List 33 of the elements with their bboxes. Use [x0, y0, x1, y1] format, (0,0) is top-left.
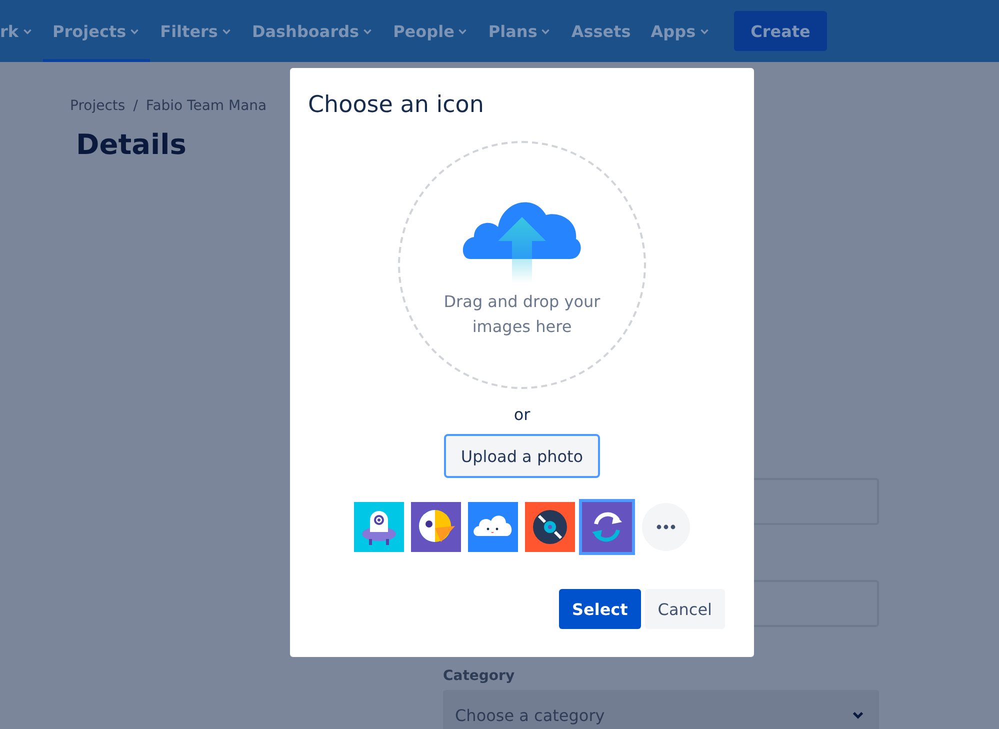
avatar-option[interactable] — [411, 502, 461, 552]
field-label: Category — [443, 668, 516, 684]
breadcrumb-link[interactable]: Fabio Team Mana — [146, 98, 267, 114]
nav-menu-item[interactable]: rk — [0, 0, 43, 62]
category-select[interactable]: Choose a category — [443, 690, 879, 729]
create-button[interactable]: Create — [734, 11, 828, 51]
or-text: or — [514, 405, 530, 424]
nav-menu-item[interactable]: Assets — [561, 0, 641, 62]
avatar-option[interactable] — [525, 502, 575, 552]
dropzone[interactable]: Drag and drop your images here — [398, 141, 646, 389]
select-button[interactable]: Select — [558, 589, 641, 629]
nav-menu-item[interactable]: Projects — [42, 0, 150, 62]
dialog-title: Choose an icon — [308, 92, 484, 118]
avatar-option[interactable] — [579, 499, 635, 555]
vinyl-record-icon — [525, 502, 575, 552]
nav-menu-item[interactable]: Filters — [150, 0, 242, 62]
smiling-cloud-icon — [468, 502, 518, 552]
page-heading: Details — [76, 128, 188, 161]
parrot-icon — [411, 502, 461, 552]
alien-ufo-icon — [354, 502, 404, 552]
nav-menu-item[interactable]: Apps — [640, 0, 720, 62]
dropzone-text: Drag and drop your images here — [442, 291, 602, 338]
upload-photo-button[interactable]: Upload a photo — [444, 434, 600, 478]
more-icon — [656, 524, 676, 530]
nav-menu-item[interactable]: Plans — [478, 0, 562, 62]
breadcrumb-separator: / — [133, 98, 138, 114]
breadcrumb-link[interactable]: Projects — [70, 98, 126, 114]
cancel-button[interactable]: Cancel — [644, 589, 725, 629]
nav-menu-item[interactable]: Dashboards — [242, 0, 384, 62]
avatar-option[interactable] — [354, 502, 404, 552]
nav-menu-item[interactable]: People — [383, 0, 478, 62]
refresh-arrows-icon — [582, 502, 632, 552]
avatar-option[interactable] — [468, 502, 518, 552]
